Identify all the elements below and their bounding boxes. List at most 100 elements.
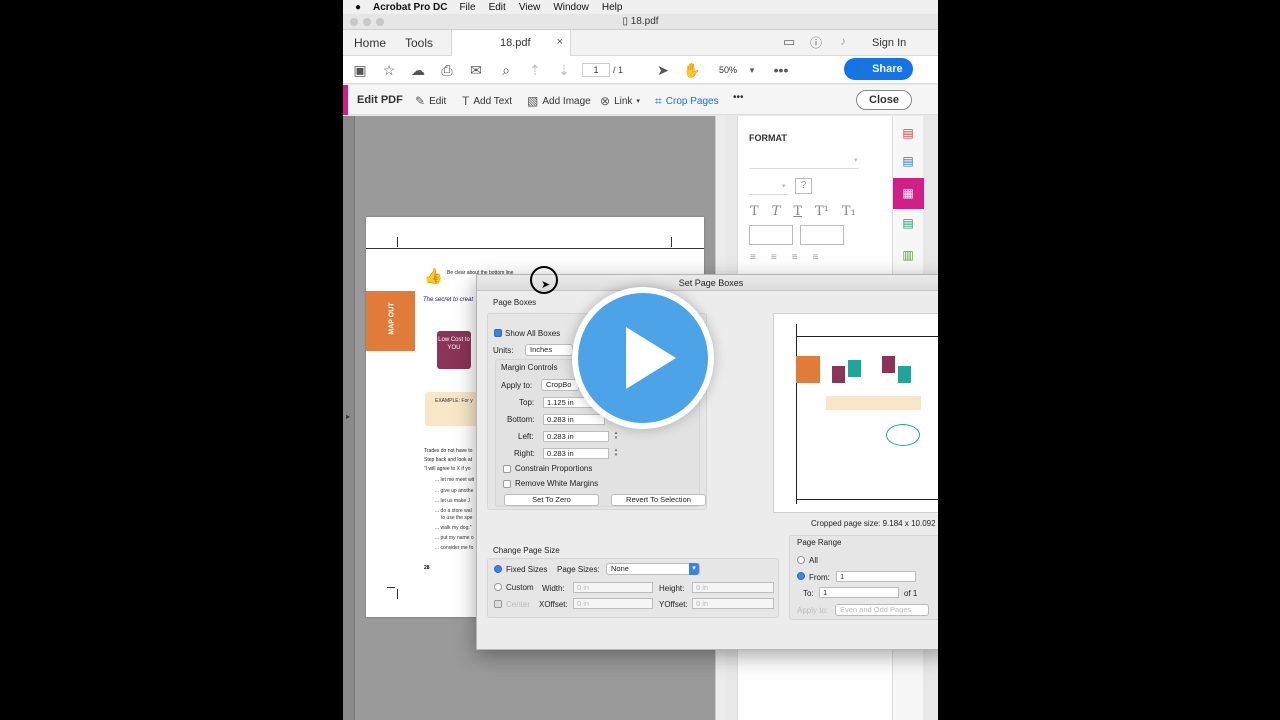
yoffset-field[interactable]: 0 in xyxy=(692,598,774,609)
page-sizes-select[interactable]: None xyxy=(606,563,700,575)
link-tool[interactable]: ⊗ Link ▾ xyxy=(600,94,640,108)
edit-tool-label: Edit xyxy=(429,95,447,107)
fixed-sizes-radio[interactable] xyxy=(494,565,502,573)
save-icon[interactable]: ▣ xyxy=(351,61,369,79)
print-icon[interactable]: ⎙ xyxy=(438,61,456,79)
right-margin-stepper[interactable]: ▴ ▾ xyxy=(613,448,619,459)
page-up-icon[interactable]: ⇡ xyxy=(526,61,544,79)
left-margin-stepper[interactable]: ▴ ▾ xyxy=(613,431,619,442)
comment-icon[interactable]: ▭ xyxy=(783,34,795,50)
subscript-icon[interactable]: T₁ xyxy=(842,204,856,219)
comment-tool-icon[interactable]: ▤ xyxy=(899,214,917,232)
remove-white-margins-checkbox[interactable] xyxy=(503,480,511,488)
show-all-boxes-checkbox[interactable] xyxy=(494,329,502,337)
superscript-icon[interactable]: T¹ xyxy=(815,204,829,219)
zoom-search-icon[interactable]: ⌕ xyxy=(497,61,515,79)
create-pdf-icon[interactable]: ▤ xyxy=(899,124,917,142)
align-right-icon[interactable]: ≡ xyxy=(792,252,798,263)
select-cursor-icon[interactable]: ➤ xyxy=(654,61,672,79)
revert-to-selection-button[interactable]: Revert To Selection xyxy=(611,494,706,506)
apply-to-pages-select[interactable]: Even and Odd Pages xyxy=(835,604,929,616)
share-person-icon: 👤 xyxy=(854,63,869,76)
main-toolbar: ▣ ☆ ☁ ⎙ ✉ ⌕ ⇡ ⇣ 1 / 1 ➤ ✋ 50% ▾ ••• 👤 Sh… xyxy=(343,56,938,84)
export-pdf-icon[interactable]: ▤ xyxy=(899,152,917,170)
left-margin-field[interactable]: 0.283 in xyxy=(543,431,609,442)
custom-radio[interactable] xyxy=(494,583,502,591)
right-margin-field[interactable]: 0.283 in xyxy=(543,448,609,459)
set-to-zero-button[interactable]: Set To Zero xyxy=(504,494,599,506)
from-field[interactable]: 1 xyxy=(836,571,916,582)
all-pages-radio[interactable] xyxy=(797,556,805,564)
chevron-down-icon[interactable]: ▾ xyxy=(782,182,786,190)
crop-pages-tool[interactable]: ⌗ Crop Pages xyxy=(655,94,719,109)
share-label: Share xyxy=(872,63,903,75)
help-circle-icon[interactable]: ? xyxy=(795,178,812,194)
menu-window[interactable]: Window xyxy=(553,2,589,13)
height-label: Height: xyxy=(659,584,685,593)
units-select[interactable]: Inches xyxy=(525,344,573,356)
close-window-button[interactable] xyxy=(350,18,358,26)
menu-view[interactable]: View xyxy=(519,2,541,13)
share-button[interactable]: 👤 Share xyxy=(844,58,913,80)
zoom-level-select[interactable]: 50% xyxy=(719,65,737,75)
bookmark-star-icon[interactable]: ☆ xyxy=(380,61,398,79)
crop-mark xyxy=(671,237,672,247)
apply-to-select[interactable]: CropBo xyxy=(541,379,579,391)
menu-help[interactable]: Help xyxy=(602,2,623,13)
more-options-icon[interactable]: ••• xyxy=(772,61,790,79)
menu-edit[interactable]: Edit xyxy=(489,2,506,13)
font-select[interactable] xyxy=(749,168,859,169)
minimize-window-button[interactable] xyxy=(363,18,371,26)
app-name-menu[interactable]: Acrobat Pro DC xyxy=(373,2,447,13)
tab-tools[interactable]: Tools xyxy=(405,36,433,50)
page-down-icon[interactable]: ⇣ xyxy=(555,61,573,79)
width-field[interactable]: 0 in xyxy=(573,582,653,593)
align-center-icon[interactable]: ≡ xyxy=(771,252,777,263)
of-total-label: of 1 xyxy=(904,589,918,598)
align-left-icon[interactable]: ≡ xyxy=(750,252,756,263)
bullet-list-select[interactable] xyxy=(749,225,793,245)
apple-icon[interactable]: ● xyxy=(343,2,373,13)
tab-document[interactable]: 18.pdf × xyxy=(451,30,571,56)
add-image-tool[interactable]: ▧ Add Image xyxy=(527,94,591,108)
xoffset-field[interactable]: 0 in xyxy=(573,598,653,609)
help-icon[interactable]: ⓘ xyxy=(810,34,822,51)
menu-file[interactable]: File xyxy=(459,2,475,13)
upload-cloud-icon[interactable]: ☁ xyxy=(409,61,427,79)
hand-tool-icon[interactable]: ✋ xyxy=(683,61,701,79)
link-label: Link xyxy=(614,95,633,107)
height-field[interactable]: 0 in xyxy=(692,582,774,593)
expand-panel-icon[interactable]: ▸ xyxy=(346,412,350,421)
chevron-down-icon[interactable]: ▾ xyxy=(743,61,761,79)
tab-home[interactable]: Home xyxy=(354,36,386,50)
font-size-select[interactable] xyxy=(749,194,789,195)
page-number-input[interactable]: 1 xyxy=(582,63,610,77)
sign-in-link[interactable]: Sign In xyxy=(872,37,906,49)
video-play-button[interactable] xyxy=(572,287,714,429)
close-edit-button[interactable]: Close xyxy=(856,90,912,110)
constrain-proportions-checkbox[interactable] xyxy=(503,465,511,473)
page-range-label: Page Range xyxy=(797,538,842,547)
close-tab-icon[interactable]: × xyxy=(557,36,563,48)
organize-pages-icon[interactable]: ▥ xyxy=(899,246,917,264)
justify-icon[interactable]: ≡ xyxy=(813,252,819,263)
chevron-down-icon[interactable]: ▾ xyxy=(854,156,858,164)
apply-to-label: Apply to: xyxy=(501,381,533,390)
numbered-list-select[interactable] xyxy=(800,225,844,245)
notification-bell-icon[interactable]: ♪ xyxy=(840,34,846,48)
from-radio[interactable] xyxy=(797,572,805,580)
email-icon[interactable]: ✉ xyxy=(467,61,485,79)
more-edit-options-icon[interactable]: ••• xyxy=(733,92,744,103)
to-field[interactable]: 1 xyxy=(819,587,899,598)
edit-tool[interactable]: ✎ Edit xyxy=(415,94,446,108)
list-item: ... consider me fo xyxy=(435,545,474,551)
left-panel-collapsed[interactable]: ▸ xyxy=(343,116,355,720)
text-underline-icon[interactable]: T xyxy=(793,204,802,219)
text-normal-icon[interactable]: T xyxy=(750,204,759,219)
center-checkbox[interactable] xyxy=(494,600,502,608)
bottom-margin-field[interactable]: 0.283 in xyxy=(543,414,605,425)
text-italic-icon[interactable]: T xyxy=(772,204,781,219)
edit-pdf-icon[interactable]: ▦ xyxy=(899,184,917,202)
zoom-window-button[interactable] xyxy=(376,18,384,26)
add-text-tool[interactable]: T Add Text xyxy=(462,94,512,108)
